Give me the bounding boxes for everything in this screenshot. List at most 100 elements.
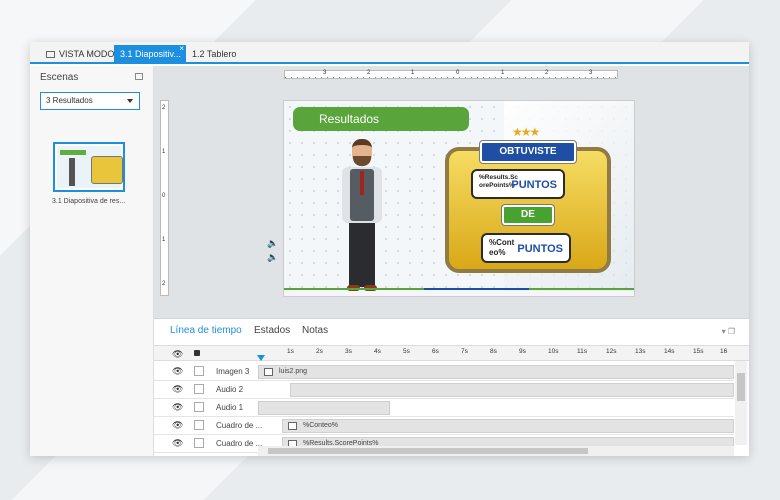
eye-icon[interactable]: 👁 bbox=[172, 366, 183, 377]
thumbnail-board bbox=[91, 156, 123, 184]
lock-checkbox[interactable] bbox=[194, 366, 204, 376]
vertical-ruler: 2 1 0 1 2 bbox=[160, 100, 169, 296]
image-icon bbox=[264, 368, 273, 376]
time-tick: 11s bbox=[577, 348, 587, 355]
tab-diapositiva[interactable]: 3.1 Diapositiv... × bbox=[114, 42, 186, 64]
lock-checkbox[interactable] bbox=[194, 384, 204, 394]
tab-linea-de-tiempo[interactable]: Línea de tiempo bbox=[170, 325, 242, 336]
tab-label: 3.1 Diapositiv... bbox=[120, 49, 181, 59]
lock-checkbox[interactable] bbox=[194, 402, 204, 412]
thumbnail-header-bar bbox=[60, 150, 86, 155]
slide-canvas[interactable]: Resultados ★★★ OBTUVISTE %Results.Sc ore… bbox=[283, 100, 635, 297]
restore-panel-icon[interactable] bbox=[135, 73, 143, 80]
character-image[interactable] bbox=[336, 139, 388, 295]
lock-checkbox[interactable] bbox=[194, 420, 204, 430]
ruler-tick: 1 bbox=[162, 237, 166, 243]
ruler-tick: 3 bbox=[589, 70, 593, 76]
character-beard bbox=[353, 156, 371, 166]
playhead[interactable] bbox=[257, 355, 265, 361]
time-tick: 10s bbox=[548, 348, 559, 355]
bottom-tabs: Línea de tiempo Estados Notas ▾ ❐ bbox=[154, 319, 749, 343]
character-legs bbox=[349, 223, 375, 287]
layer-name: Cuadro de ... bbox=[216, 421, 263, 430]
timeline-track[interactable]: %Conteo% bbox=[282, 419, 734, 433]
slide-thumbnail-label: 3.1 Diapositiva de res... bbox=[52, 198, 126, 205]
document-tab-bar: VISTA MODO HI... 3.1 Diapositiv... × 1.2 … bbox=[30, 42, 749, 64]
document-icon bbox=[46, 51, 55, 58]
count-box[interactable]: %Cont eo% PUNTOS bbox=[481, 233, 571, 263]
time-tick: 15s bbox=[693, 348, 704, 355]
time-tick: 2s bbox=[316, 348, 323, 355]
lock-icon[interactable] bbox=[194, 350, 200, 356]
chevron-down-icon bbox=[127, 99, 133, 103]
speaker-icon[interactable]: 🔈 bbox=[267, 252, 278, 263]
score-box[interactable]: %Results.Sc orePoints% PUNTOS bbox=[471, 169, 565, 199]
time-tick: 16 bbox=[720, 348, 728, 355]
timeline-row[interactable]: 👁 Imagen 3 luis2.png bbox=[154, 363, 734, 381]
eye-icon[interactable]: 👁 bbox=[172, 384, 183, 395]
timeline-row[interactable]: 👁 Audio 2 bbox=[154, 381, 734, 399]
scene-select-value: 3 Resultados bbox=[46, 96, 93, 105]
time-tick: 9s bbox=[519, 348, 526, 355]
tab-notas[interactable]: Notas bbox=[302, 325, 328, 336]
de-label[interactable]: DE bbox=[501, 204, 555, 226]
audio-waveform-track[interactable] bbox=[290, 383, 734, 397]
scenes-panel: Escenas 3 Resultados 3.1 Diapositiva de … bbox=[30, 66, 154, 456]
timeline-panel: Línea de tiempo Estados Notas ▾ ❐ 👁 1s 2… bbox=[154, 318, 749, 456]
time-tick: 5s bbox=[403, 348, 410, 355]
vertical-scrollbar[interactable] bbox=[735, 361, 747, 445]
scrollbar-thumb[interactable] bbox=[737, 373, 745, 401]
timeline-controls[interactable] bbox=[158, 446, 256, 456]
close-icon[interactable]: × bbox=[179, 42, 184, 58]
text-box-icon bbox=[288, 422, 297, 430]
time-tick: 12s bbox=[606, 348, 617, 355]
scene-select[interactable]: 3 Resultados bbox=[40, 92, 140, 110]
ruler-tick: 2 bbox=[162, 281, 166, 287]
ruler-tick: 1 bbox=[411, 70, 415, 76]
puntos-label: PUNTOS bbox=[511, 179, 557, 191]
horizontal-ruler: 3 2 1 0 1 2 3 bbox=[284, 70, 618, 79]
stars-icon: ★★★ bbox=[512, 125, 540, 139]
scrollbar-thumb[interactable] bbox=[268, 448, 588, 454]
time-tick: 4s bbox=[374, 348, 381, 355]
timeline-row[interactable]: 👁 Cuadro de ... %Conteo% bbox=[154, 417, 734, 435]
results-header[interactable]: Resultados bbox=[293, 107, 469, 131]
ruler-tick: 3 bbox=[323, 70, 327, 76]
thumbnail-preview bbox=[57, 146, 123, 188]
audio-waveform-track[interactable] bbox=[258, 401, 390, 415]
layer-name: Audio 1 bbox=[216, 403, 244, 412]
tab-tablero[interactable]: 1.2 Tablero bbox=[186, 45, 242, 64]
ruler-tick: 1 bbox=[162, 149, 166, 155]
panel-options-icon[interactable]: ▾ ❐ bbox=[722, 327, 735, 336]
count-variable: %Cont eo% bbox=[489, 238, 515, 257]
horizontal-scrollbar[interactable] bbox=[258, 446, 734, 456]
ruler-tick: 2 bbox=[545, 70, 549, 76]
ruler-tick: 2 bbox=[367, 70, 371, 76]
timeline-track[interactable]: luis2.png bbox=[258, 365, 734, 379]
time-tick: 3s bbox=[345, 348, 352, 355]
obtuviste-label[interactable]: OBTUVISTE bbox=[479, 140, 577, 164]
slide-footer-line bbox=[284, 288, 634, 290]
track-label: luis2.png bbox=[279, 368, 308, 375]
thumbnail-character bbox=[69, 158, 75, 186]
tab-label: 1.2 Tablero bbox=[192, 49, 237, 59]
slide-thumbnail[interactable] bbox=[53, 142, 125, 192]
ruler-tick: 1 bbox=[501, 70, 505, 76]
eye-icon[interactable]: 👁 bbox=[172, 420, 183, 431]
ruler-tick: 0 bbox=[162, 193, 166, 199]
scenes-title: Escenas bbox=[40, 72, 79, 83]
tab-estados[interactable]: Estados bbox=[254, 325, 290, 336]
eye-icon[interactable]: 👁 bbox=[172, 349, 183, 360]
time-tick: 7s bbox=[461, 348, 468, 355]
app-window: VISTA MODO HI... 3.1 Diapositiv... × 1.2 … bbox=[30, 42, 749, 456]
layer-name: Imagen 3 bbox=[216, 367, 250, 376]
time-tick: 14s bbox=[664, 348, 675, 355]
track-label: %Conteo% bbox=[303, 422, 339, 429]
ruler-tick: 2 bbox=[162, 105, 166, 111]
eye-icon[interactable]: 👁 bbox=[172, 402, 183, 413]
time-tick: 13s bbox=[635, 348, 646, 355]
time-tick: 6s bbox=[432, 348, 439, 355]
speaker-icon[interactable]: 🔈 bbox=[267, 238, 278, 249]
layer-name: Audio 2 bbox=[216, 385, 244, 394]
timeline-row[interactable]: 👁 Audio 1 bbox=[154, 399, 734, 417]
